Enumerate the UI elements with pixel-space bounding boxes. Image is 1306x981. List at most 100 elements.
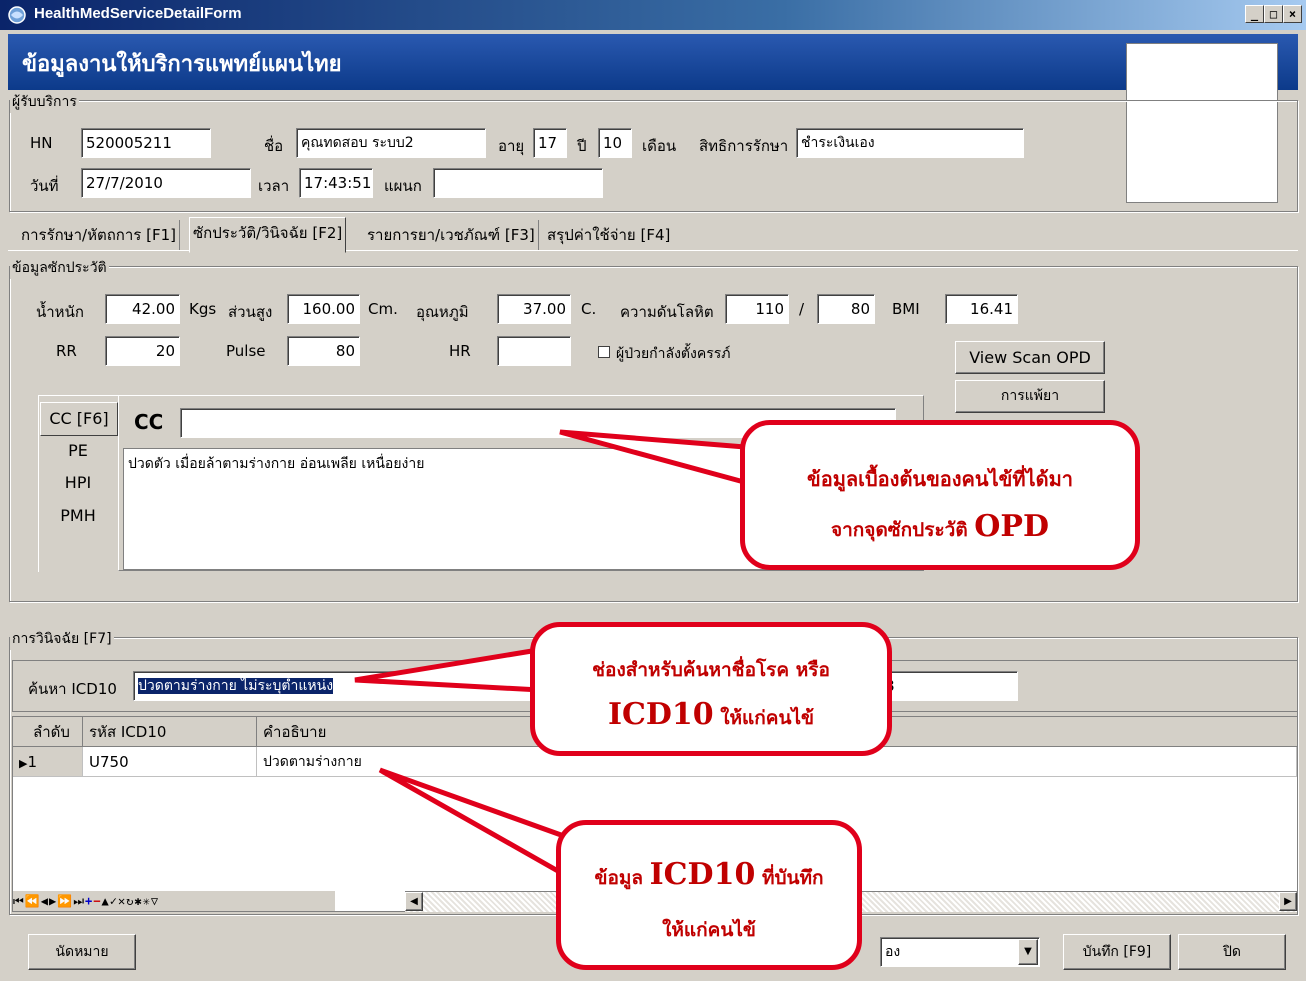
scroll-left-icon[interactable]: ◀ <box>405 892 423 911</box>
bookmark-icon[interactable]: ✱ <box>134 894 142 908</box>
navigator-bar[interactable]: ⏮⏪◀▶⏩⏭+−▲✓✕↻✱✳▽ <box>13 891 335 911</box>
goto-bookmark-icon[interactable]: ✳ <box>143 894 151 908</box>
close-icon[interactable]: × <box>1283 5 1302 23</box>
callout-opd-line2a: จากจุดซักประวัติ <box>831 519 975 541</box>
payment-combo-value: อง <box>885 944 901 960</box>
name-label: ชื่อ <box>264 137 284 155</box>
pregnant-checkbox[interactable] <box>598 346 610 358</box>
icd-search-value: ปวดตามร่างกาย ไม่ระบุตำแหน่ง <box>138 678 334 694</box>
last-record-icon[interactable]: ⏭ <box>73 894 85 908</box>
bp-separator: / <box>799 300 805 318</box>
pulse-label: Pulse <box>226 342 266 360</box>
window-title-bar: HealthMedServiceDetailForm _ □ × <box>0 0 1306 30</box>
dept-field[interactable] <box>433 168 603 198</box>
tab-drugs[interactable]: รายการยา/เวชภัณฑ์ [F3] <box>364 220 539 250</box>
tab-history[interactable]: ซักประวัติ/วินิจฉัย [F2] <box>189 217 347 253</box>
height-label: ส่วนสูง <box>228 303 273 321</box>
tab-treatment[interactable]: การรักษา/หัตถการ [F1] <box>18 220 180 250</box>
hn-field[interactable]: 520005211 <box>81 128 211 158</box>
years-label: ปี <box>577 137 587 155</box>
payment-combo[interactable]: อง ▼ <box>880 937 1040 967</box>
cancel-icon[interactable]: ✕ <box>118 894 126 908</box>
bmi-field[interactable]: 16.41 <box>945 294 1018 324</box>
temp-field[interactable]: 37.00 <box>497 294 571 324</box>
age-label: อายุ <box>498 137 525 155</box>
next-page-icon[interactable]: ⏩ <box>57 894 73 908</box>
drug-allergy-button[interactable]: การแพ้ยา <box>955 380 1105 413</box>
right-field[interactable]: ชำระเงินเอง <box>796 128 1024 158</box>
diagnosis-group-label: การวินิจฉัย [F7] <box>10 628 114 650</box>
add-icon[interactable]: + <box>85 894 93 908</box>
row-icd10[interactable]: U750 <box>83 747 257 777</box>
rr-label: RR <box>56 342 77 360</box>
post-icon[interactable]: ✓ <box>110 894 118 908</box>
edit-icon[interactable]: ▲ <box>101 894 109 908</box>
height-field[interactable]: 160.00 <box>287 294 360 324</box>
callout-search-line2: ICD10 ให้แก่คนไข้ <box>535 697 887 733</box>
callout-record-line2: ให้แก่คนไข้ <box>662 919 756 941</box>
prev-record-icon[interactable]: ◀ <box>41 894 49 908</box>
callout-opd-info: ข้อมูลเบื้องต้นของคนไข้ที่ได้มา จากจุดซั… <box>740 420 1140 570</box>
tab-cc[interactable]: CC [F6] <box>40 402 118 436</box>
minimize-icon[interactable]: _ <box>1245 5 1264 23</box>
col-order[interactable]: ลำดับ <box>13 717 83 747</box>
icd-search-label: ค้นหา ICD10 <box>28 680 117 698</box>
weight-field[interactable]: 42.00 <box>105 294 180 324</box>
close-button[interactable]: ปิด <box>1178 934 1286 970</box>
weight-label: น้ำหนัก <box>36 303 84 321</box>
callout-search-line2a: ICD10 <box>607 697 714 732</box>
scroll-right-icon[interactable]: ▶ <box>1279 892 1297 911</box>
tab-summary[interactable]: สรุปค่าใช้จ่าย [F4] <box>544 220 673 250</box>
icd-secondary-field[interactable]: 8 <box>880 671 1018 701</box>
appointment-button[interactable]: นัดหมาย <box>28 934 136 970</box>
tab-pmh[interactable]: PMH <box>40 500 116 532</box>
name-field[interactable]: คุณทดสอบ ระบบ2 <box>296 128 486 158</box>
table-row-indicator[interactable]: ▶1 <box>13 747 83 777</box>
callout-record-line1c: ที่บันทึก <box>755 867 824 889</box>
callout-icd-search: ช่องสำหรับค้นหาชื่อโรค หรือ ICD10 ให้แก่… <box>530 622 892 756</box>
hn-label: HN <box>30 134 53 152</box>
history-group-label: ข้อมูลซักประวัติ <box>10 257 109 279</box>
time-label: เวลา <box>258 177 290 195</box>
callout-record-line1b: ICD10 <box>649 857 756 892</box>
callout-opd-line2b: OPD <box>974 509 1049 544</box>
callout-search-line1: ช่องสำหรับค้นหาชื่อโรค หรือ <box>592 659 830 681</box>
temp-label: อุณหภูมิ <box>416 303 469 321</box>
app-icon <box>8 6 26 24</box>
age-months-field[interactable]: 10 <box>598 128 632 158</box>
bp-diastolic-field[interactable]: 80 <box>817 294 875 324</box>
page-title: ข้อมูลงานให้บริการแพทย์แผนไทย <box>22 51 342 77</box>
save-button[interactable]: บันทึก [F9] <box>1063 934 1171 970</box>
tab-hpi[interactable]: HPI <box>40 467 116 499</box>
right-label: สิทธิการรักษา <box>699 137 789 155</box>
time-field[interactable]: 17:43:51 <box>299 168 373 198</box>
callout-search-line2b: ให้แก่คนไข้ <box>713 707 815 729</box>
callout-record-line1: ข้อมูล ICD10 ที่บันทึก <box>561 857 857 893</box>
first-record-icon[interactable]: ⏮ <box>13 894 25 908</box>
chevron-down-icon[interactable]: ▼ <box>1018 939 1038 965</box>
prev-page-icon[interactable]: ⏪ <box>25 894 41 908</box>
icd-search-input[interactable]: ปวดตามร่างกาย ไม่ระบุตำแหน่ง <box>133 671 533 701</box>
cm-label: Cm. <box>368 300 398 318</box>
filter-icon[interactable]: ▽ <box>151 894 159 908</box>
row-order: 1 <box>27 753 38 771</box>
callout-record-line1a: ข้อมูล <box>594 867 650 889</box>
col-icd10[interactable]: รหัส ICD10 <box>83 717 257 747</box>
next-record-icon[interactable]: ▶ <box>49 894 57 908</box>
rr-field[interactable]: 20 <box>105 336 180 366</box>
pulse-field[interactable]: 80 <box>287 336 360 366</box>
date-field[interactable]: 27/7/2010 <box>81 168 251 198</box>
age-years-field[interactable]: 17 <box>533 128 567 158</box>
bp-systolic-field[interactable]: 110 <box>725 294 789 324</box>
date-label: วันที่ <box>30 177 59 195</box>
months-label: เดือน <box>642 137 677 155</box>
hr-field[interactable] <box>497 336 571 366</box>
tab-pe[interactable]: PE <box>40 435 116 467</box>
kgs-label: Kgs <box>189 300 217 318</box>
c-label: C. <box>581 300 597 318</box>
hr-label: HR <box>449 342 471 360</box>
callout-opd-line2: จากจุดซักประวัติ OPD <box>745 509 1135 545</box>
maximize-icon[interactable]: □ <box>1264 5 1283 23</box>
view-scan-opd-button[interactable]: View Scan OPD <box>955 341 1105 374</box>
callout-opd-line1: ข้อมูลเบื้องต้นของคนไข้ที่ได้มา <box>807 467 1073 491</box>
